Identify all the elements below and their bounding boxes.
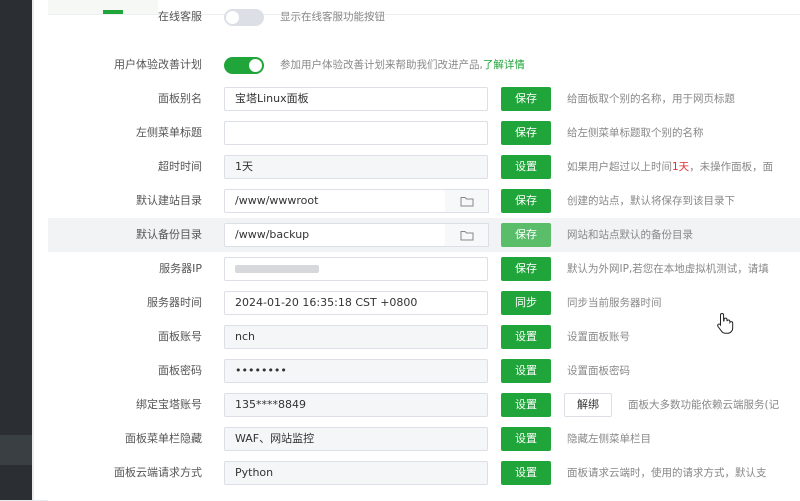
- panel-account-input[interactable]: nch: [224, 325, 488, 349]
- timeout-set-button[interactable]: 设置: [501, 155, 551, 179]
- bt-account-label: 绑定宝塔账号: [136, 398, 202, 411]
- ux-plan-toggle[interactable]: [224, 57, 264, 74]
- bt-account-hint: 面板大多数功能依赖云端服务(记: [628, 399, 780, 411]
- settings-panel: 在线客服 显示在线客服功能按钮 用户体验改善计划 参加用户体验改善计划来帮助我们…: [34, 0, 800, 501]
- menu-hide-input[interactable]: WAF、网站监控: [224, 427, 488, 451]
- setting-row-cloud-method: 面板云端请求方式 Python 设置 面板请求云端时，使用的请求方式，默认支: [48, 456, 800, 490]
- server-time-sync-button[interactable]: 同步: [501, 291, 551, 315]
- timeout-hint-value: 1天: [672, 161, 690, 173]
- learn-more-link[interactable]: 了解详情: [483, 59, 525, 71]
- ux-plan-hint-text: 参加用户体验改善计划来帮助我们改进产品,: [280, 59, 483, 71]
- default-backup-dir-input[interactable]: /www/backup: [224, 223, 446, 247]
- panel-password-set-button[interactable]: 设置: [501, 359, 551, 383]
- setting-row-menu-hide: 面板菜单栏隐藏 WAF、网站监控 设置 隐藏左侧菜单栏目: [48, 422, 800, 456]
- cloud-method-input[interactable]: Python: [224, 461, 488, 485]
- panel-alias-save-button[interactable]: 保存: [501, 87, 551, 111]
- default-site-dir-browse-button[interactable]: [445, 189, 489, 213]
- default-backup-dir-hint: 网站和站点默认的备份目录: [567, 229, 693, 241]
- server-ip-save-button[interactable]: 保存: [501, 257, 551, 281]
- app-sidebar-strip: [0, 0, 32, 500]
- default-site-dir-hint: 创建的站点，默认将保存到该目录下: [567, 195, 735, 207]
- toggle-knob: [249, 59, 262, 72]
- menu-hide-label: 面板菜单栏隐藏: [125, 432, 202, 445]
- cloud-method-label: 面板云端请求方式: [114, 466, 202, 479]
- panel-password-hint: 设置面板密码: [567, 365, 630, 377]
- panel-alias-hint: 给面板取个别的名称，用于网页标题: [567, 93, 735, 105]
- redacted-ip: [235, 265, 319, 273]
- setting-row-server-time: 服务器时间 2024-01-20 16:35:18 CST +0800 同步 同…: [48, 286, 800, 320]
- toggle-knob: [226, 11, 239, 24]
- panel-account-set-button[interactable]: 设置: [501, 325, 551, 349]
- panel-account-hint: 设置面板账号: [567, 331, 630, 343]
- server-time-input[interactable]: 2024-01-20 16:35:18 CST +0800: [224, 291, 488, 315]
- setting-row-server-ip: 服务器IP 保存 默认为外网IP,若您在本地虚拟机测试，请填: [48, 252, 800, 286]
- cloud-method-set-button[interactable]: 设置: [501, 461, 551, 485]
- left-menu-title-input[interactable]: [224, 121, 488, 145]
- default-site-dir-save-button[interactable]: 保存: [501, 189, 551, 213]
- bt-account-set-button[interactable]: 设置: [501, 393, 551, 417]
- panel-alias-label: 面板别名: [158, 92, 202, 105]
- timeout-input[interactable]: 1天: [224, 155, 488, 179]
- hand-cursor-icon: [717, 312, 734, 334]
- server-ip-input[interactable]: [224, 257, 488, 281]
- panel-password-input[interactable]: ••••••••: [224, 359, 488, 383]
- timeout-hint-pre: 如果用户超过以上时间: [567, 161, 672, 173]
- setting-row-panel-password: 面板密码 •••••••• 设置 设置面板密码: [48, 354, 800, 388]
- online-service-hint: 显示在线客服功能按钮: [280, 11, 385, 23]
- default-backup-dir-label: 默认备份目录: [136, 228, 202, 241]
- setting-row-timeout: 超时时间 1天 设置 如果用户超过以上时间1天，未操作面板，面: [48, 150, 800, 184]
- folder-icon: [460, 197, 474, 207]
- sidebar-active-shade: [0, 435, 32, 465]
- ux-plan-hint: 参加用户体验改善计划来帮助我们改进产品,了解详情: [280, 48, 525, 82]
- left-menu-title-label: 左侧菜单标题: [136, 126, 202, 139]
- timeout-hint: 如果用户超过以上时间1天，未操作面板，面: [567, 150, 773, 184]
- panel-account-label: 面板账号: [158, 330, 202, 343]
- default-backup-dir-save-button[interactable]: 保存: [501, 223, 551, 247]
- timeout-hint-post: ，未操作面板，面: [689, 161, 774, 173]
- default-site-dir-label: 默认建站目录: [136, 194, 202, 207]
- menu-hide-set-button[interactable]: 设置: [501, 427, 551, 451]
- menu-hide-hint: 隐藏左侧菜单栏目: [567, 433, 651, 445]
- setting-row-left-menu-title: 左侧菜单标题 保存 给左侧菜单标题取个别的名称: [48, 116, 800, 150]
- ux-plan-label: 用户体验改善计划: [114, 58, 202, 71]
- server-ip-hint: 默认为外网IP,若您在本地虚拟机测试，请填: [567, 263, 769, 275]
- setting-row-online-service: 在线客服 显示在线客服功能按钮: [48, 0, 800, 34]
- panel-alias-input[interactable]: 宝塔Linux面板: [224, 87, 488, 111]
- panel-password-label: 面板密码: [158, 364, 202, 377]
- online-service-label: 在线客服: [158, 10, 202, 23]
- default-backup-dir-browse-button[interactable]: [445, 223, 489, 247]
- setting-row-default-site-dir: 默认建站目录 /www/wwwroot 保存 创建的站点，默认将保存到该目录下: [48, 184, 800, 218]
- default-site-dir-input[interactable]: /www/wwwroot: [224, 189, 446, 213]
- left-menu-title-save-button[interactable]: 保存: [501, 121, 551, 145]
- bt-account-unbind-button[interactable]: 解绑: [564, 393, 612, 417]
- timeout-label: 超时时间: [158, 160, 202, 173]
- server-time-hint: 同步当前服务器时间: [567, 297, 662, 309]
- folder-icon: [460, 231, 474, 241]
- cloud-method-hint: 面板请求云端时，使用的请求方式，默认支: [567, 467, 767, 479]
- setting-row-panel-alias: 面板别名 宝塔Linux面板 保存 给面板取个别的名称，用于网页标题: [48, 82, 800, 116]
- server-time-label: 服务器时间: [147, 296, 202, 309]
- setting-row-default-backup-dir: 默认备份目录 /www/backup 保存 网站和站点默认的备份目录: [48, 218, 800, 252]
- bt-account-input[interactable]: 135****8849: [224, 393, 488, 417]
- server-ip-label: 服务器IP: [159, 262, 202, 275]
- settings-list: 在线客服 显示在线客服功能按钮 用户体验改善计划 参加用户体验改善计划来帮助我们…: [48, 9, 800, 501]
- setting-row-bt-account: 绑定宝塔账号 135****8849 设置 解绑 面板大多数功能依赖云端服务(记: [48, 388, 800, 422]
- left-menu-title-hint: 给左侧菜单标题取个别的名称: [567, 127, 704, 139]
- online-service-toggle[interactable]: [224, 9, 264, 26]
- setting-row-ux-plan: 用户体验改善计划 参加用户体验改善计划来帮助我们改进产品,了解详情: [48, 48, 800, 82]
- setting-row-panel-account: 面板账号 nch 设置 设置面板账号: [48, 320, 800, 354]
